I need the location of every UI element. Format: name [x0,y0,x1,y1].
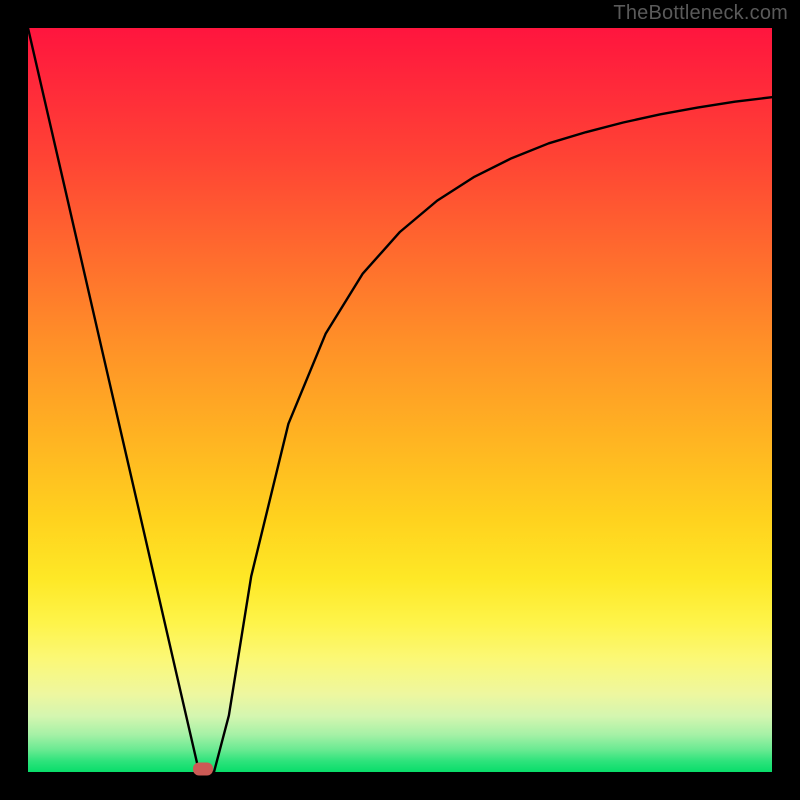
chart-frame: TheBottleneck.com [0,0,800,800]
optimal-marker [193,763,213,776]
watermark-text: TheBottleneck.com [613,2,788,25]
plot-area [28,28,772,772]
bottleneck-curve [28,28,772,772]
curve-svg [28,28,772,772]
